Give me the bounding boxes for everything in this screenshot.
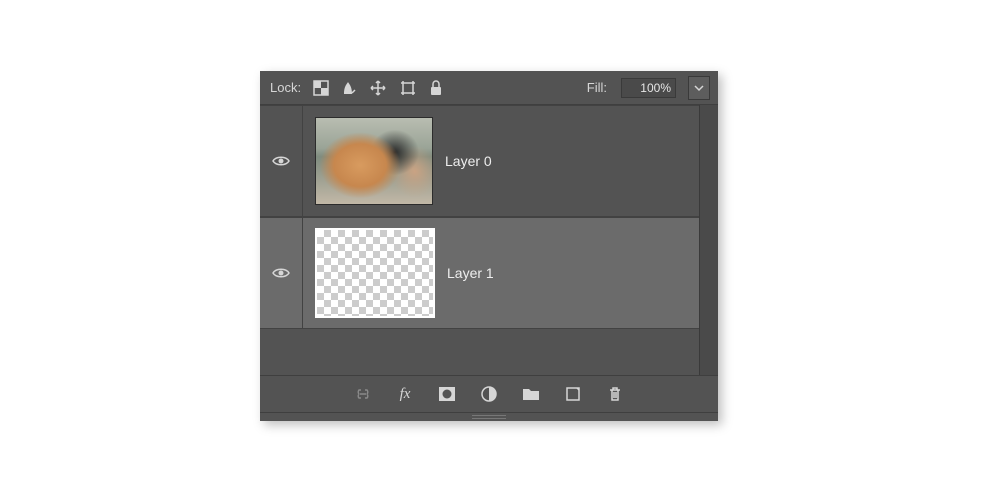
layer-row[interactable]: Layer 0 [260, 105, 718, 217]
layer-thumbnail[interactable] [315, 117, 433, 205]
visibility-toggle[interactable] [260, 106, 303, 216]
new-layer-button[interactable] [562, 383, 584, 405]
transparent-pixels-lock-icon[interactable] [313, 80, 329, 96]
image-pixels-lock-icon[interactable] [341, 80, 357, 96]
visibility-icon [272, 266, 290, 280]
lock-bar: Lock: Fill: [260, 71, 718, 105]
layer-thumbnail[interactable] [315, 228, 435, 318]
fill-label: Fill: [587, 80, 607, 95]
new-layer-icon [565, 386, 581, 402]
layer-name[interactable]: Layer 1 [447, 265, 494, 281]
visibility-icon [272, 154, 290, 168]
layer-name[interactable]: Layer 0 [445, 153, 492, 169]
link-icon [353, 387, 373, 401]
lock-icons-group [313, 79, 443, 97]
chevron-down-icon [694, 83, 704, 93]
group-button[interactable] [520, 383, 542, 405]
link-layers-button[interactable] [352, 383, 374, 405]
mask-icon [438, 386, 456, 402]
position-lock-icon[interactable] [369, 79, 387, 97]
lock-label: Lock: [270, 80, 301, 95]
layer-actions-bar: fx [260, 375, 718, 412]
adjustment-icon [481, 386, 497, 402]
layer-style-button[interactable]: fx [394, 383, 416, 405]
visibility-toggle[interactable] [260, 218, 303, 328]
lock-all-icon[interactable] [429, 80, 443, 96]
scrollbar[interactable] [699, 105, 718, 375]
fill-dropdown[interactable] [688, 76, 710, 100]
delete-layer-button[interactable] [604, 383, 626, 405]
artboard-lock-icon[interactable] [399, 79, 417, 97]
adjustment-layer-button[interactable] [478, 383, 500, 405]
fill-input[interactable] [621, 78, 676, 98]
trash-icon [608, 386, 622, 402]
layer-list: Layer 0 Layer 1 [260, 105, 718, 375]
layer-row[interactable]: Layer 1 [260, 217, 718, 329]
resize-grip[interactable] [260, 412, 718, 421]
group-icon [522, 386, 540, 402]
layers-panel: Lock: Fill: [260, 71, 718, 421]
add-mask-button[interactable] [436, 383, 458, 405]
